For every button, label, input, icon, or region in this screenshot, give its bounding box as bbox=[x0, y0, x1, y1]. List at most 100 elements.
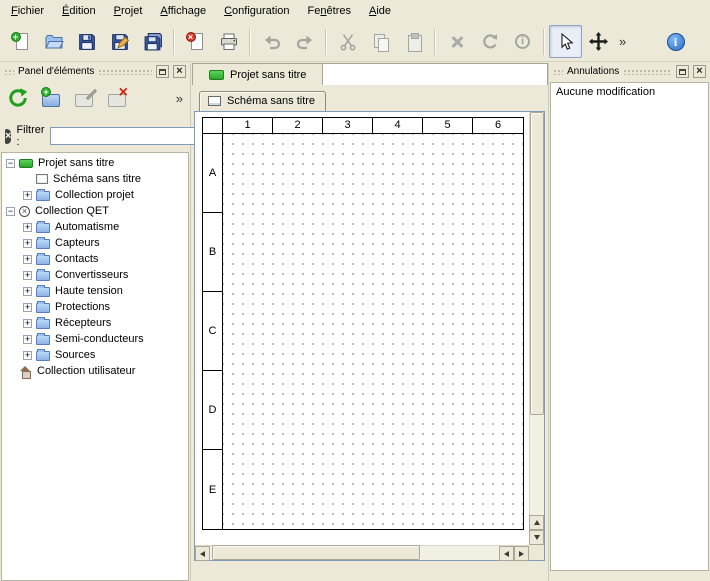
filter-row: Filtrer : bbox=[0, 126, 190, 146]
tree-item-collection-qet[interactable]: Collection QET bbox=[2, 203, 188, 219]
column-header: 5 bbox=[423, 118, 473, 133]
expand-icon[interactable] bbox=[23, 271, 32, 280]
undo-history-list[interactable]: Aucune modification bbox=[550, 82, 709, 571]
horizontal-scrollbar[interactable] bbox=[195, 545, 529, 560]
collapse-icon[interactable] bbox=[6, 207, 15, 216]
menu-projet[interactable]: Projet bbox=[105, 1, 152, 21]
scroll-left-button-2[interactable] bbox=[499, 546, 514, 561]
tree-item-contacts[interactable]: Contacts bbox=[2, 251, 188, 267]
tab-projet-sans-titre[interactable]: Projet sans titre bbox=[193, 64, 323, 85]
scroll-right-button[interactable] bbox=[514, 546, 529, 561]
dock-grip[interactable] bbox=[623, 68, 672, 75]
menu-edition[interactable]: Édition bbox=[53, 1, 105, 21]
move-tool-icon bbox=[589, 32, 608, 51]
tree-item-protections[interactable]: Protections bbox=[2, 299, 188, 315]
tree-item-semi-conducteurs[interactable]: Semi-conducteurs bbox=[2, 331, 188, 347]
tree-item-sources[interactable]: Sources bbox=[2, 347, 188, 363]
dock-float-button[interactable] bbox=[156, 65, 169, 78]
redo-button[interactable] bbox=[288, 25, 321, 58]
tree-item-convertisseurs[interactable]: Convertisseurs bbox=[2, 267, 188, 283]
menu-bar: Fichier Édition Projet Affichage Configu… bbox=[0, 0, 710, 22]
new-document-button[interactable]: + bbox=[4, 25, 37, 58]
rotate-button[interactable] bbox=[473, 25, 506, 58]
tree-item-label: Sources bbox=[55, 349, 95, 361]
undo-empty-text: Aucune modification bbox=[556, 86, 655, 98]
menu-affichage[interactable]: Affichage bbox=[151, 1, 215, 21]
expand-icon[interactable] bbox=[23, 351, 32, 360]
expand-icon[interactable] bbox=[23, 255, 32, 264]
expand-icon[interactable] bbox=[23, 335, 32, 344]
tree-item-collection-utilisateur[interactable]: Collection utilisateur bbox=[2, 363, 188, 379]
menu-aide[interactable]: Aide bbox=[360, 1, 400, 21]
tree-item-recepteurs[interactable]: Récepteurs bbox=[2, 315, 188, 331]
edit-element-button[interactable] bbox=[70, 84, 98, 112]
expand-icon[interactable] bbox=[23, 223, 32, 232]
menu-fichier[interactable]: Fichier bbox=[2, 1, 53, 21]
folder-icon bbox=[36, 239, 50, 249]
scroll-up-button[interactable] bbox=[529, 515, 544, 530]
print-button[interactable] bbox=[212, 25, 245, 58]
expand-icon[interactable] bbox=[23, 319, 32, 328]
tree-item-project[interactable]: Projet sans titre bbox=[2, 155, 188, 171]
scroll-left-button[interactable] bbox=[195, 546, 210, 561]
folder-icon bbox=[36, 191, 50, 201]
toolbar-separator bbox=[173, 29, 175, 55]
new-document-icon: + bbox=[11, 32, 31, 52]
move-tool-button[interactable] bbox=[582, 25, 615, 58]
reload-collections-button[interactable] bbox=[4, 84, 32, 112]
save-as-button[interactable] bbox=[103, 25, 136, 58]
expand-icon[interactable] bbox=[23, 287, 32, 296]
dock-grip[interactable] bbox=[553, 68, 563, 75]
collapse-icon[interactable] bbox=[6, 159, 15, 168]
toolbar-overflow-chevron[interactable]: » bbox=[615, 34, 630, 49]
dock-grip[interactable] bbox=[98, 68, 152, 75]
menu-fenetres[interactable]: Fenêtres bbox=[299, 1, 360, 21]
horizontal-scrollbar-track[interactable] bbox=[210, 546, 499, 560]
delete-button[interactable] bbox=[440, 25, 473, 58]
clear-filter-icon[interactable] bbox=[5, 129, 11, 144]
schema-tab-bar: Schéma sans titre bbox=[192, 85, 548, 111]
tree-item-automatisme[interactable]: Automatisme bbox=[2, 219, 188, 235]
tree-item-collection-projet[interactable]: Collection projet bbox=[2, 187, 188, 203]
undo-button[interactable] bbox=[255, 25, 288, 58]
tree-item-schema[interactable]: Schéma sans titre bbox=[2, 171, 188, 187]
menu-configuration[interactable]: Configuration bbox=[215, 1, 298, 21]
undo-dock-titlebar[interactable]: Annulations bbox=[549, 63, 710, 80]
folder-icon bbox=[36, 223, 50, 233]
tab-schema-sans-titre[interactable]: Schéma sans titre bbox=[199, 91, 326, 111]
filter-input[interactable] bbox=[50, 127, 200, 145]
cut-button[interactable] bbox=[331, 25, 364, 58]
save-button[interactable] bbox=[70, 25, 103, 58]
tree-item-capteurs[interactable]: Capteurs bbox=[2, 235, 188, 251]
tree-item-label: Automatisme bbox=[55, 221, 119, 233]
elements-panel-dock: Panel d'éléments + » Filtrer : bbox=[0, 63, 191, 581]
delete-element-button[interactable] bbox=[103, 84, 131, 112]
new-element-button[interactable]: + bbox=[37, 84, 65, 112]
save-all-button[interactable] bbox=[136, 25, 169, 58]
select-tool-button[interactable] bbox=[549, 25, 582, 58]
elements-panel-titlebar[interactable]: Panel d'éléments bbox=[0, 63, 190, 80]
row-header: B bbox=[203, 213, 222, 292]
paste-button[interactable] bbox=[397, 25, 430, 58]
panel-overflow-chevron[interactable]: » bbox=[172, 91, 187, 106]
expand-icon[interactable] bbox=[23, 303, 32, 312]
dock-close-button[interactable] bbox=[173, 65, 186, 78]
save-icon bbox=[77, 32, 97, 52]
diagram-canvas[interactable] bbox=[223, 134, 523, 529]
undo-dock: Annulations Aucune modification bbox=[548, 63, 710, 581]
horizontal-scrollbar-thumb[interactable] bbox=[212, 545, 420, 560]
element-info-button[interactable] bbox=[506, 25, 539, 58]
vertical-scrollbar-thumb[interactable] bbox=[530, 112, 544, 415]
scroll-down-button[interactable] bbox=[529, 530, 544, 545]
vertical-scrollbar[interactable] bbox=[529, 112, 544, 545]
dock-grip[interactable] bbox=[4, 68, 14, 75]
dock-float-button[interactable] bbox=[676, 65, 689, 78]
close-document-button[interactable]: × bbox=[179, 25, 212, 58]
copy-button[interactable] bbox=[364, 25, 397, 58]
tree-item-haute-tension[interactable]: Haute tension bbox=[2, 283, 188, 299]
expand-icon[interactable] bbox=[23, 191, 32, 200]
expand-icon[interactable] bbox=[23, 239, 32, 248]
dock-close-button[interactable] bbox=[693, 65, 706, 78]
open-document-button[interactable] bbox=[37, 25, 70, 58]
help-info-button[interactable] bbox=[659, 25, 692, 58]
